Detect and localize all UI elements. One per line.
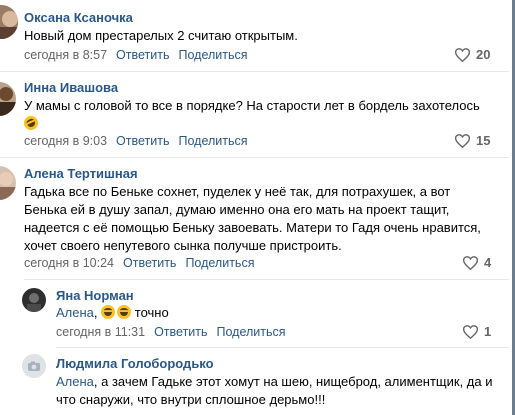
avatar[interactable] xyxy=(0,5,18,39)
like-button[interactable]: 1 xyxy=(463,324,491,339)
reply-button[interactable]: Ответить xyxy=(116,134,169,148)
comment-text: Алена, точно xyxy=(56,305,169,320)
avatar[interactable] xyxy=(0,166,16,200)
comment-date[interactable]: сегодня в 8:57 xyxy=(24,48,107,62)
reply-button[interactable]: Ответить xyxy=(154,325,207,339)
separator xyxy=(0,157,509,158)
avatar[interactable] xyxy=(0,82,16,116)
comment-text-body: , а зачем Гадьке этот хомут на шею, нище… xyxy=(56,374,493,407)
like-button[interactable]: 15 xyxy=(455,133,490,148)
laughing-emoji-icon xyxy=(21,113,41,133)
comment-text-body: У мамы с головой то все в порядке? На ст… xyxy=(24,98,480,113)
laughing-emoji-icon xyxy=(101,305,116,319)
comment-meta: сегодня в 8:57 Ответить Поделиться xyxy=(24,48,248,62)
heart-icon xyxy=(463,324,478,339)
comment-meta: сегодня в 10:24 Ответить Поделиться xyxy=(24,256,254,270)
separator xyxy=(0,71,509,72)
share-button[interactable]: Поделиться xyxy=(178,134,247,148)
comment-author[interactable]: Инна Ивашова xyxy=(24,80,118,95)
share-button[interactable]: Поделиться xyxy=(178,48,247,62)
like-count: 20 xyxy=(476,47,491,62)
mention-link[interactable]: Алена xyxy=(56,374,94,389)
heart-icon xyxy=(455,133,470,148)
like-count: 15 xyxy=(476,133,491,148)
mention-link[interactable]: Алена xyxy=(56,305,94,320)
comment-author[interactable]: Алена Тертишная xyxy=(24,166,138,181)
heart-icon xyxy=(455,47,470,62)
comment-author[interactable]: Оксана Ксаночка xyxy=(24,10,133,25)
like-button[interactable]: 20 xyxy=(455,47,490,62)
heart-icon xyxy=(463,255,478,270)
like-count: 1 xyxy=(484,324,492,339)
reply-button[interactable]: Ответить xyxy=(123,256,176,270)
comment-text: Алена, а зачем Гадьке этот хомут на шею,… xyxy=(56,373,501,409)
like-button[interactable]: 4 xyxy=(463,255,491,270)
comment-text: У мамы с головой то все в порядке? На ст… xyxy=(21,97,499,133)
separator xyxy=(24,279,509,280)
comment-meta: сегодня в 9:03 Ответить Поделиться xyxy=(24,134,248,148)
camera-icon xyxy=(22,354,46,378)
avatar[interactable] xyxy=(22,288,46,312)
comment-text: Гадька все по Беньке сохнет, пуделек у н… xyxy=(24,184,481,253)
comment-meta: сегодня в 11:31 Ответить Поделиться xyxy=(56,325,286,339)
comment-date[interactable]: сегодня в 9:03 xyxy=(24,134,107,148)
comment-author[interactable]: Людмила Голобородько xyxy=(56,356,214,371)
comment-text-body: точно xyxy=(134,305,169,320)
comment-date[interactable]: сегодня в 10:24 xyxy=(24,256,114,270)
avatar[interactable] xyxy=(22,354,46,378)
comment-date[interactable]: сегодня в 11:31 xyxy=(56,325,145,339)
share-button[interactable]: Поделиться xyxy=(217,325,286,339)
laughing-emoji-icon xyxy=(117,305,132,319)
like-count: 4 xyxy=(484,255,492,270)
comment-author[interactable]: Яна Норман xyxy=(56,288,134,303)
reply-button[interactable]: Ответить xyxy=(116,48,169,62)
separator xyxy=(56,347,509,348)
comment-text: Новый дом престарелых 2 считаю открытым. xyxy=(24,28,298,43)
share-button[interactable]: Поделиться xyxy=(185,256,254,270)
